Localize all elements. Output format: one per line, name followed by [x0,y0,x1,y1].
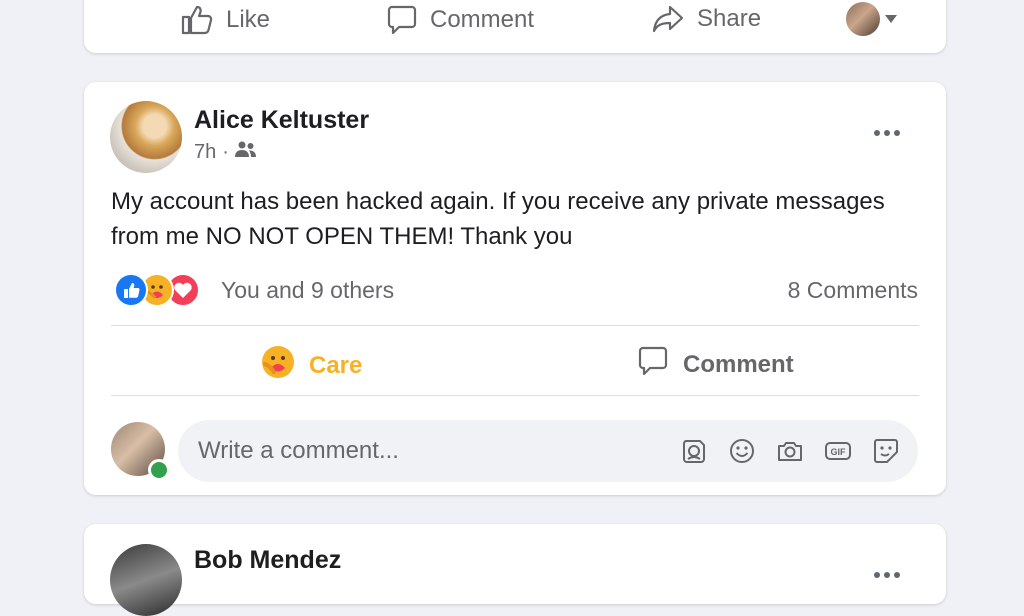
more-options-icon[interactable] [874,572,900,578]
camera-icon[interactable] [776,437,804,465]
online-status-indicator [148,459,170,481]
reactions-text[interactable]: You and 9 others [221,277,394,304]
svg-text:GIF: GIF [831,447,847,457]
post-meta: 7h · [194,140,257,164]
comment-label: Comment [683,350,794,378]
care-emoji-icon [261,345,295,386]
comment-placeholder: Write a comment... [198,437,399,464]
author-avatar[interactable] [110,544,182,616]
author-name[interactable]: Bob Mendez [194,546,341,575]
post-text: My account has been hacked again. If you… [111,188,885,250]
comment-label: Comment [430,6,535,33]
meta-separator: · [222,140,229,163]
share-button[interactable]: Share [651,4,761,34]
avatar [846,2,880,36]
avatar-sticker-icon[interactable] [680,437,708,465]
thumbs-up-icon [180,4,214,36]
post-time[interactable]: 7h [194,141,216,164]
gif-icon[interactable]: GIF [824,437,852,465]
comments-count[interactable]: 8 Comments [788,277,918,304]
next-post-card: Bob Mendez [84,524,946,616]
share-label: Share [697,5,762,32]
author-name[interactable]: Alice Keltuster [194,106,369,135]
comment-input-icons: GIF [680,437,900,465]
previous-post-card: Like Comment Share [84,0,946,53]
share-arrow-icon [651,4,685,34]
more-options-icon[interactable] [874,130,900,136]
post-card: Alice Keltuster 7h · My account has been… [84,82,946,495]
post-as-selector[interactable] [846,2,898,36]
care-label: Care [309,351,363,379]
care-button[interactable]: Care [261,345,362,386]
reactions-summary[interactable] [114,273,200,307]
like-reaction-icon [114,273,148,307]
divider [111,395,919,396]
speech-bubble-icon [386,4,418,36]
comment-button[interactable]: Comment [386,4,534,36]
divider [111,325,919,326]
author-avatar[interactable] [110,101,182,173]
like-label: Like [226,6,271,33]
comment-button[interactable]: Comment [637,345,794,384]
speech-bubble-icon [637,345,669,384]
like-button[interactable]: Like [180,4,270,36]
sticker-icon[interactable] [872,437,900,465]
emoji-icon[interactable] [728,437,756,465]
friends-icon [234,140,257,164]
comment-input[interactable]: Write a comment... GIF [178,420,918,482]
caret-down-icon [884,14,898,24]
